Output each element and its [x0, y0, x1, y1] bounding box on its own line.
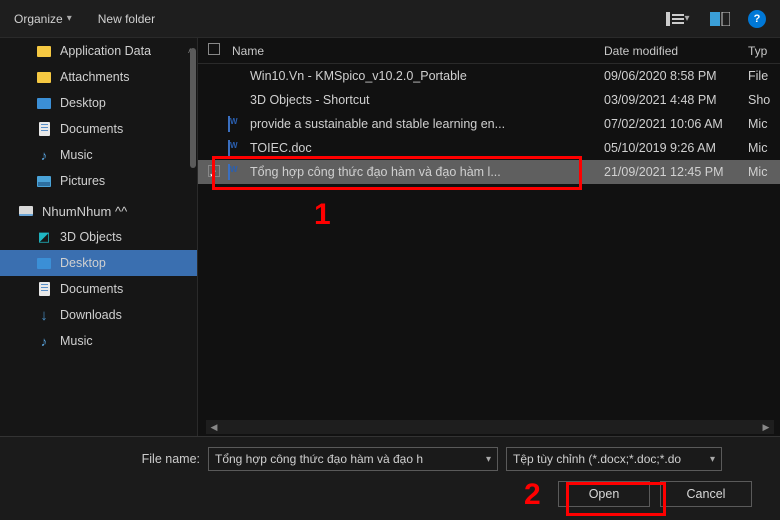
row-checkbox[interactable] [208, 165, 220, 177]
open-button[interactable]: Open [558, 481, 650, 507]
file-row[interactable]: provide a sustainable and stable learnin… [198, 112, 780, 136]
tree-item-downloads[interactable]: ↓Downloads [0, 302, 197, 328]
horizontal-scrollbar[interactable]: ◀ ▶ [206, 420, 774, 434]
tree-item-documents[interactable]: Documents [0, 116, 197, 142]
preview-pane-button[interactable] [706, 7, 734, 31]
tree-item-documents-2[interactable]: Documents [0, 276, 197, 302]
word-doc-icon [228, 116, 230, 132]
tree-item-attachments[interactable]: Attachments [0, 64, 197, 90]
column-headers[interactable]: Name Date modified Typ [198, 38, 780, 64]
cube-icon: ◩ [36, 229, 52, 245]
folder-icon [37, 72, 51, 83]
cancel-button[interactable]: Cancel [660, 481, 752, 507]
column-name[interactable]: Name [228, 44, 604, 58]
column-date[interactable]: Date modified [604, 44, 748, 58]
music-icon: ♪ [36, 333, 52, 349]
organize-button[interactable]: Organize ▾ [14, 12, 72, 26]
tree-item-music-2[interactable]: ♪Music [0, 328, 197, 354]
file-row[interactable]: Win10.Vn - KMSpico_v10.2.0_Portable 09/0… [198, 64, 780, 88]
toolbar: Organize ▾ New folder ▾ ? [0, 0, 780, 38]
tree-item-pictures[interactable]: Pictures [0, 168, 197, 194]
filetype-filter[interactable]: Tệp tùy chỉnh (*.docx;*.doc;*.do ▾ [506, 447, 722, 471]
filename-label: File name: [130, 452, 200, 466]
chevron-down-icon: ▾ [67, 13, 72, 24]
file-row[interactable]: Tổng hợp công thức đạo hàm và đạo hàm l.… [198, 160, 780, 184]
word-doc-icon [228, 164, 230, 180]
tree-item-desktop[interactable]: Desktop [0, 90, 197, 116]
tree-item-appdata[interactable]: Application Data˄ [0, 38, 197, 64]
computer-icon [19, 206, 33, 216]
bottom-panel: File name: Tổng hợp công thức đạo hàm và… [0, 436, 780, 520]
file-row[interactable]: 3D Objects - Shortcut 03/09/2021 4:48 PM… [198, 88, 780, 112]
pictures-icon [37, 176, 51, 187]
tree-item-music[interactable]: ♪Music [0, 142, 197, 168]
chevron-down-icon: ▾ [684, 13, 689, 24]
scroll-left-icon[interactable]: ◀ [206, 420, 222, 434]
chevron-down-icon[interactable]: ▾ [486, 454, 491, 465]
documents-icon [39, 282, 50, 296]
tree-root-pc[interactable]: NhumNhum ^^ [0, 198, 197, 224]
tree-item-3dobjects[interactable]: ◩3D Objects [0, 224, 197, 250]
tree-item-desktop-2[interactable]: Desktop [0, 250, 197, 276]
downloads-icon: ↓ [36, 307, 52, 323]
scrollbar[interactable] [190, 48, 196, 168]
sidebar: Application Data˄ Attachments Desktop Do… [0, 38, 198, 436]
help-button[interactable]: ? [748, 10, 766, 28]
chevron-down-icon[interactable]: ▾ [710, 454, 715, 465]
documents-icon [39, 122, 50, 136]
word-doc-icon [228, 140, 230, 156]
view-mode-button[interactable]: ▾ [664, 7, 692, 31]
folder-icon [37, 46, 51, 57]
music-icon: ♪ [36, 147, 52, 163]
desktop-icon [37, 258, 51, 269]
organize-label: Organize [14, 12, 63, 26]
file-list: Name Date modified Typ Win10.Vn - KMSpic… [198, 38, 780, 436]
select-all-checkbox[interactable] [208, 43, 220, 55]
desktop-icon [37, 98, 51, 109]
scroll-right-icon[interactable]: ▶ [758, 420, 774, 434]
file-row[interactable]: TOIEC.doc 05/10/2019 9:26 AM Mic [198, 136, 780, 160]
column-type[interactable]: Typ [748, 44, 780, 58]
new-folder-button[interactable]: New folder [98, 12, 155, 26]
filename-input[interactable]: Tổng hợp công thức đạo hàm và đạo h ▾ [208, 447, 498, 471]
